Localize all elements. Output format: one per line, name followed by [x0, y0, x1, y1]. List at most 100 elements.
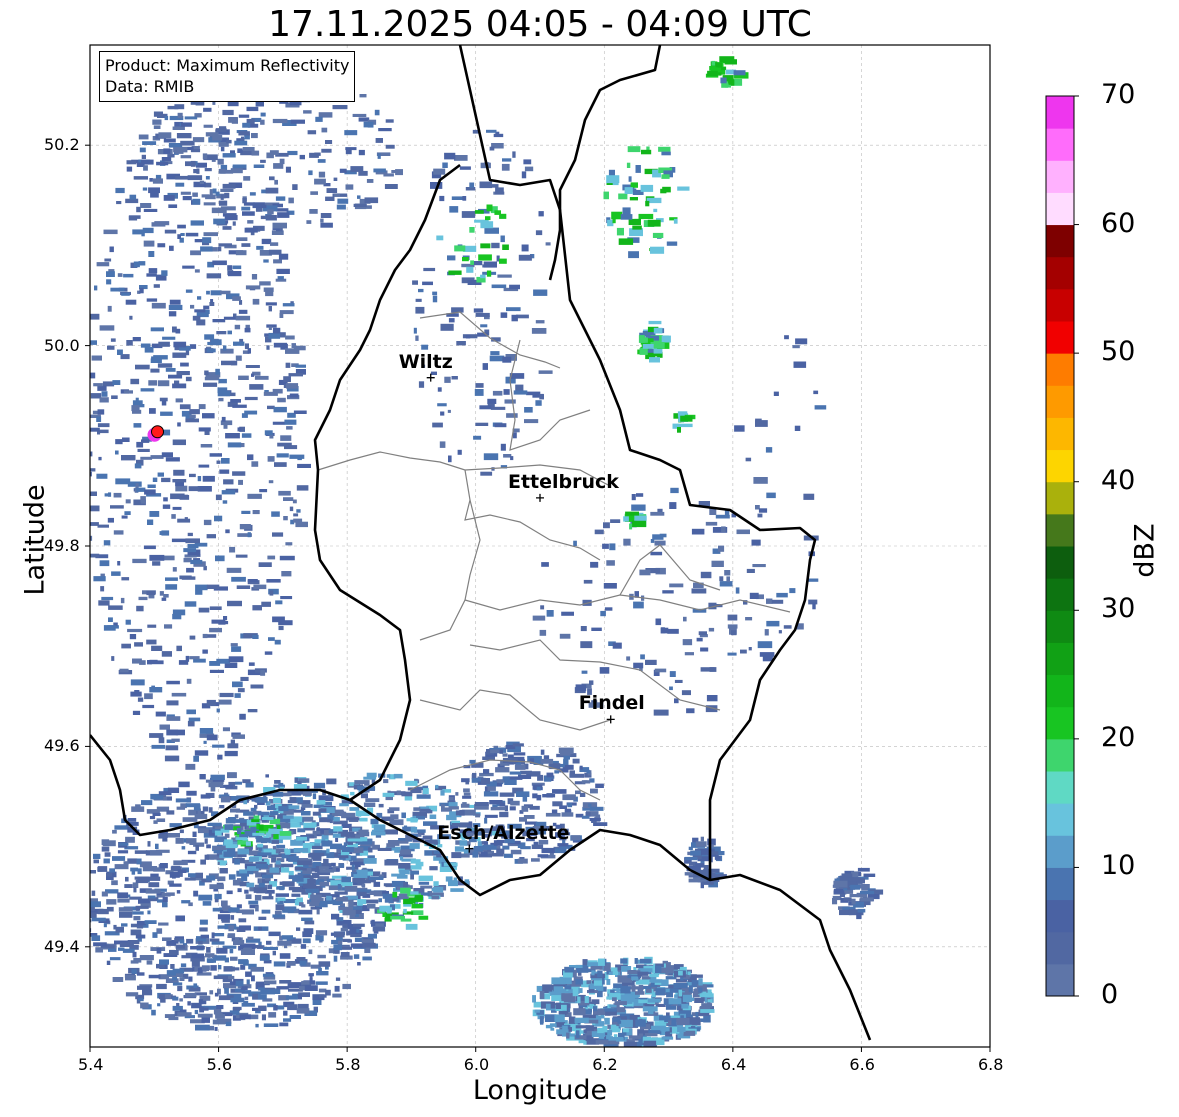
- echo-cell: [218, 699, 232, 705]
- echo-cell: [789, 588, 796, 594]
- echo-cell: [795, 338, 808, 345]
- echo-cell: [635, 165, 641, 173]
- echo-cell: [660, 627, 669, 634]
- echo-cell: [189, 656, 200, 660]
- echo-cell: [147, 841, 151, 847]
- echo-cell: [154, 221, 170, 226]
- echo-cell: [117, 273, 123, 277]
- echo-cell: [90, 522, 99, 526]
- echo-cell: [369, 891, 383, 895]
- echo-cell: [213, 218, 226, 225]
- echo-cell: [296, 485, 309, 491]
- echo-cell: [517, 858, 528, 864]
- echo-cell: [137, 697, 144, 702]
- echo-cell: [136, 487, 146, 492]
- echo-cell: [333, 826, 343, 832]
- echo-cell: [200, 934, 209, 939]
- echo-cell: [584, 996, 589, 1003]
- echo-cell: [125, 992, 139, 997]
- echo-cell: [186, 567, 194, 573]
- echo-cell: [181, 955, 192, 959]
- echo-cell: [433, 886, 444, 893]
- echo-cell: [177, 986, 183, 992]
- echo-cell: [572, 758, 580, 764]
- echo-cell: [338, 906, 354, 910]
- echo-cell: [193, 169, 200, 174]
- echo-cell: [440, 411, 445, 416]
- echo-cell: [641, 149, 652, 155]
- echo-cell: [249, 384, 264, 390]
- echo-cell: [496, 848, 505, 855]
- echo-cell: [640, 958, 652, 964]
- echo-cell: [180, 191, 191, 195]
- echo-cell: [315, 116, 323, 122]
- echo-cell: [198, 427, 211, 432]
- echo-cell: [258, 1005, 267, 1011]
- echo-cell: [279, 312, 284, 318]
- echo-cell: [277, 397, 286, 403]
- echo-cell: [299, 154, 305, 160]
- echo-cell: [581, 815, 590, 819]
- echo-cell: [279, 881, 289, 885]
- echo-cell: [771, 599, 784, 604]
- echo-cell: [340, 952, 350, 957]
- echo-cell: [264, 651, 273, 655]
- echo-cell: [707, 999, 713, 1003]
- echo-cell: [559, 805, 567, 809]
- echo-cell: [623, 538, 631, 546]
- echo-cell: [127, 940, 140, 945]
- echo-cell: [554, 1014, 565, 1022]
- echo-cell: [357, 813, 362, 817]
- echo-cell: [99, 325, 115, 331]
- echo-cell: [139, 660, 146, 665]
- echo-cell: [238, 131, 250, 136]
- echo-cell: [290, 839, 303, 846]
- echo-cell: [299, 902, 304, 907]
- echo-cell: [214, 992, 219, 997]
- echo-cell: [302, 791, 312, 796]
- echo-cell: [752, 564, 766, 568]
- echo-cell: [350, 791, 355, 796]
- echo-cell: [190, 250, 201, 256]
- echo-cell: [247, 579, 258, 583]
- echo-cell: [107, 345, 115, 350]
- echo-cell: [109, 868, 115, 873]
- echo-cell: [192, 137, 205, 143]
- info-data-source: Data: RMIB: [105, 77, 195, 96]
- echo-cell: [208, 807, 213, 813]
- echo-cell: [397, 840, 409, 844]
- echo-cell: [499, 811, 509, 818]
- echo-cell: [224, 988, 229, 994]
- echo-cell: [225, 1021, 232, 1027]
- echo-cell: [222, 500, 228, 504]
- echo-cell: [148, 882, 160, 888]
- echo-cell: [273, 961, 286, 967]
- echo-cell: [669, 671, 676, 677]
- city-label: Wiltz: [398, 350, 453, 373]
- echo-cell: [500, 443, 506, 451]
- echo-cell: [628, 251, 639, 259]
- colorbar-segment: [1046, 417, 1074, 451]
- echo-cell: [575, 684, 587, 692]
- colorbar-segment: [1046, 771, 1074, 804]
- echo-cell: [326, 188, 338, 193]
- echo-cell: [152, 561, 161, 566]
- echo-cell: [158, 132, 172, 139]
- echo-cell: [195, 872, 203, 878]
- echo-cell: [148, 251, 155, 257]
- echo-cell: [561, 611, 574, 616]
- echo-cell: [193, 890, 199, 897]
- echo-cell: [161, 452, 173, 458]
- echo-cell: [224, 192, 230, 199]
- echo-cell: [227, 330, 232, 335]
- echo-cell: [241, 433, 252, 438]
- echo-cell: [808, 578, 819, 582]
- echo-cell: [671, 1019, 677, 1026]
- echo-cell: [776, 592, 788, 598]
- echo-cell: [214, 515, 223, 522]
- echo-cell: [447, 409, 451, 413]
- colorbar-tick-label: 20: [1101, 721, 1136, 753]
- echo-cell: [199, 919, 208, 925]
- echo-cell: [700, 647, 709, 652]
- echo-cell: [308, 170, 313, 176]
